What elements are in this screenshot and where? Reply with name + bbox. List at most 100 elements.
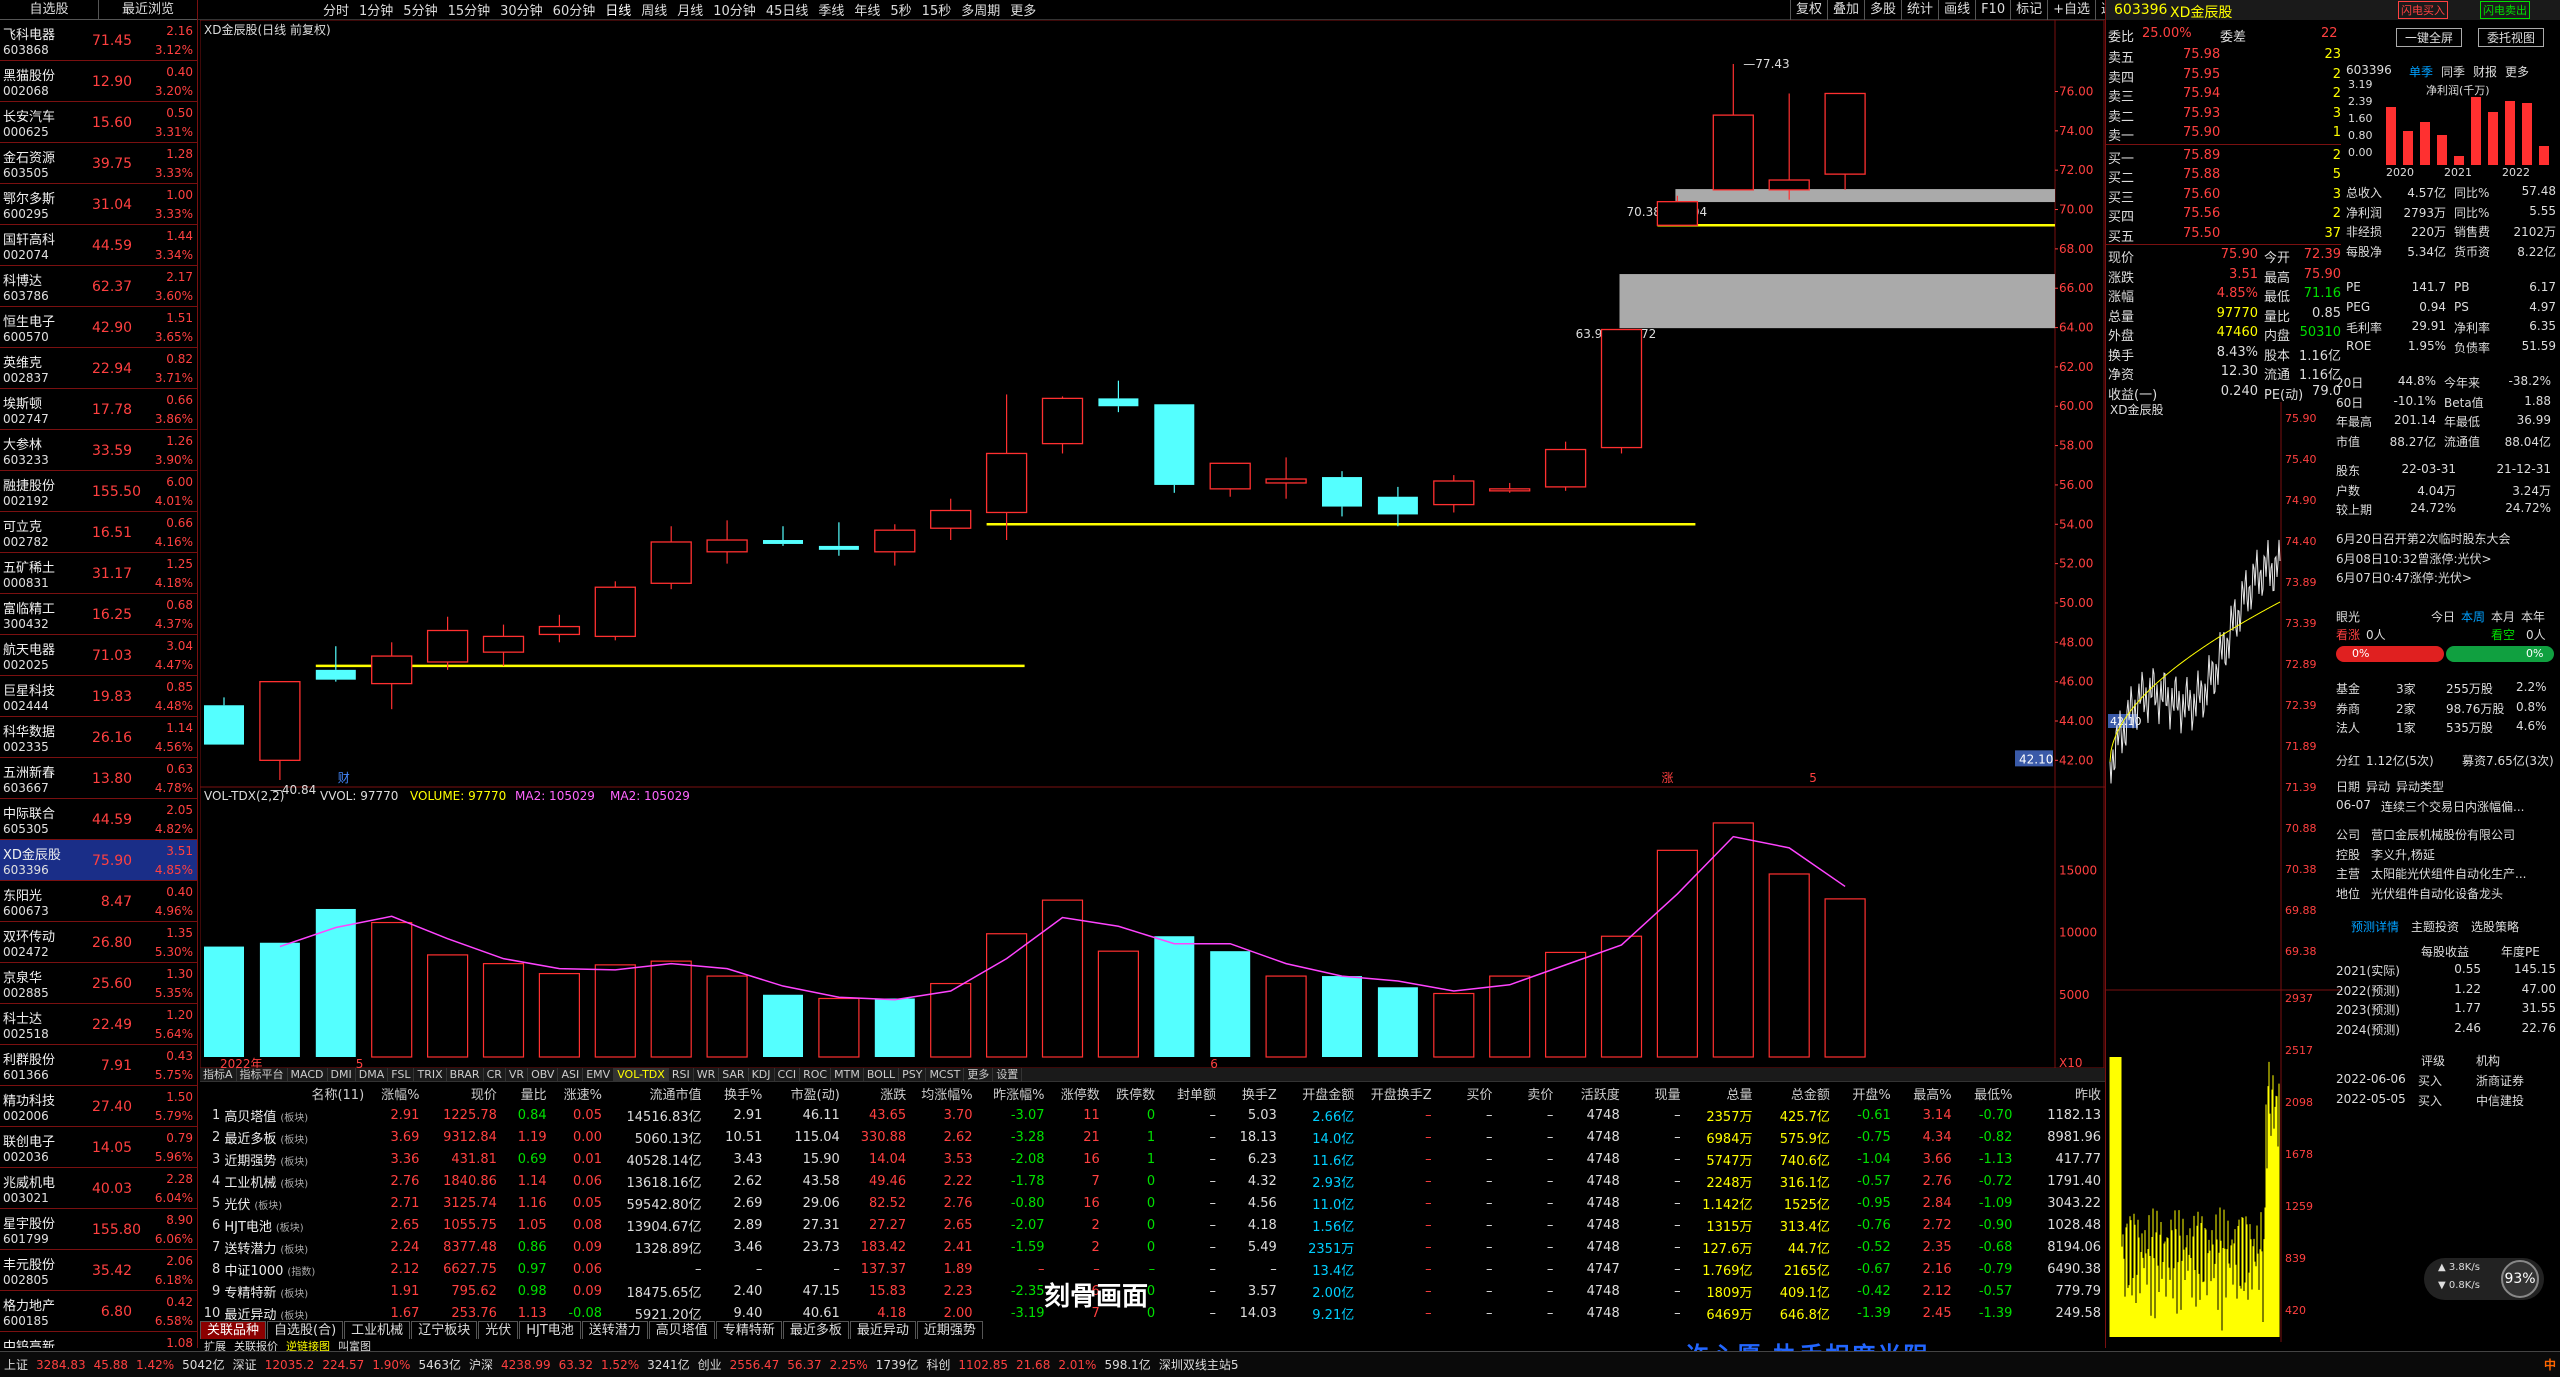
watchlist-item[interactable]: 富临精工 300432 16.25 0.68 4.37% <box>0 594 197 635</box>
f10-tab[interactable]: 同季 <box>2441 63 2465 80</box>
rank-header-cell[interactable]: 涨速% <box>551 1082 606 1104</box>
candle[interactable] <box>1600 328 1643 454</box>
bid-row[interactable]: 买四 75.56 2 <box>2108 204 2343 225</box>
sector-tab[interactable]: 最近异动 <box>849 1321 916 1339</box>
toolbar-button[interactable]: 标记 <box>2010 0 2047 20</box>
sector-tab[interactable]: 关联品种 <box>200 1321 267 1339</box>
ask-row[interactable]: 卖三 75.94 2 <box>2108 84 2343 105</box>
period-tab[interactable]: 15分钟 <box>443 0 496 19</box>
rank-header-cell[interactable]: 开盘% <box>1834 1082 1895 1104</box>
candle[interactable] <box>1209 462 1251 497</box>
f10-tab[interactable]: 财报 <box>2473 63 2497 80</box>
toolbar-button[interactable]: 叠加 <box>1827 0 1864 20</box>
watchlist-item[interactable]: 可立克 002782 16.51 0.66 4.16% <box>0 512 197 553</box>
watchlist-item[interactable]: 双环传动 002472 26.80 1.35 5.30% <box>0 922 197 963</box>
period-tab[interactable]: 年线 <box>849 0 885 19</box>
watchlist-item[interactable]: 科士达 002518 22.49 1.20 5.64% <box>0 1004 197 1045</box>
sector-tab[interactable]: 工业机械 <box>344 1321 411 1339</box>
ask-row[interactable]: 卖五 75.98 23 <box>2108 45 2343 66</box>
sector-subtab[interactable]: 关联报价 <box>230 1338 282 1351</box>
watchlist-item[interactable]: 恒生电子 600570 42.90 1.51 3.65% <box>0 307 197 348</box>
indicator-tab[interactable]: DMA <box>356 1068 389 1081</box>
rank-header-cell[interactable]: 换手Z <box>1220 1082 1281 1104</box>
forecast-tab[interactable]: 主题投资 <box>2411 918 2459 935</box>
watchlist-item[interactable]: 星宇股份 601799 155.80 8.90 6.06% <box>0 1209 197 1250</box>
candle[interactable] <box>538 614 581 643</box>
ask-row[interactable]: 卖四 75.95 2 <box>2108 65 2343 86</box>
candle[interactable] <box>650 526 692 590</box>
rank-header-cell[interactable]: 昨涨幅% <box>977 1082 1049 1104</box>
table-row[interactable]: 7 送转潜力 (板块) 2.24 8377.48 0.86 0.09 1328.89亿 3.46… <box>200 1236 2105 1258</box>
sentiment-tab[interactable]: 今日 <box>2431 608 2455 625</box>
candle[interactable] <box>1489 482 1531 493</box>
rank-header-cell[interactable]: 现价 <box>423 1082 500 1104</box>
rank-header-cell[interactable]: 现量 <box>1624 1082 1685 1104</box>
period-tab[interactable]: 5分钟 <box>398 0 442 19</box>
sector-tab[interactable]: 自选股(合) <box>267 1321 344 1339</box>
sector-tab[interactable]: 最近多板 <box>782 1321 849 1339</box>
candle[interactable] <box>204 697 244 745</box>
indicator-tab[interactable]: ROC <box>800 1068 832 1081</box>
period-tab[interactable]: 日线 <box>600 0 636 19</box>
period-tab[interactable]: 30分钟 <box>495 0 548 19</box>
watchlist-item[interactable]: 大参林 603233 33.59 1.26 3.90% <box>0 430 197 471</box>
candle[interactable] <box>1433 475 1475 513</box>
watchlist-item[interactable]: 科华数据 002335 26.16 1.14 4.56% <box>0 717 197 758</box>
watchlist-item[interactable]: 埃斯顿 002747 17.78 0.66 3.86% <box>0 389 197 430</box>
rank-header-cell[interactable]: 最高% <box>1895 1082 1956 1104</box>
watchlist-item[interactable]: 五矿稀土 000831 31.17 1.25 4.18% <box>0 553 197 594</box>
period-tab[interactable]: 5秒 <box>885 0 916 19</box>
period-tab[interactable]: 1分钟 <box>354 0 398 19</box>
period-tab[interactable]: 多周期 <box>956 0 1005 19</box>
forecast-tab[interactable]: 选股策略 <box>2471 918 2519 935</box>
watchlist-item[interactable]: 五洲新春 603667 13.80 0.63 4.78% <box>0 758 197 799</box>
indicator-tab[interactable]: CR <box>484 1068 506 1081</box>
period-tab[interactable]: 15秒 <box>917 0 957 19</box>
watchlist-item[interactable]: 格力地产 600185 6.80 0.42 6.58% <box>0 1291 197 1332</box>
candle[interactable] <box>1098 380 1139 413</box>
watchlist-item[interactable]: 金石资源 603505 39.75 1.28 3.33% <box>0 143 197 184</box>
sector-tab[interactable]: 高贝塔值 <box>648 1321 715 1339</box>
indicator-tab[interactable]: MCST <box>926 1068 965 1081</box>
flash-buy-button[interactable]: 闪电买入 <box>2398 1 2448 19</box>
indicator-tab[interactable]: WR <box>694 1068 720 1081</box>
flash-sell-button[interactable]: 闪电卖出 <box>2480 1 2530 19</box>
table-row[interactable]: 1 高贝塔值 (板块) 2.91 1225.78 0.84 0.05 14516.83亿 2.9… <box>200 1104 2105 1126</box>
f10-tab[interactable]: 更多 <box>2505 63 2529 80</box>
watchlist-item[interactable]: 国轩高科 002074 44.59 1.44 3.34% <box>0 225 197 266</box>
candle[interactable] <box>1154 404 1195 493</box>
tab-recent[interactable]: 最近浏览 <box>99 0 197 19</box>
toolbar-button[interactable]: 统计 <box>1901 0 1938 20</box>
table-row[interactable]: 2 最近多板 (板块) 3.69 9312.84 1.19 0.00 5060.13亿 10.5… <box>200 1126 2105 1148</box>
rank-header-cell[interactable]: 昨收 <box>2016 1082 2105 1104</box>
watchlist-item[interactable]: 英维克 002837 22.94 0.82 3.71% <box>0 348 197 389</box>
indicator-tab[interactable]: VOL-TDX <box>614 1068 669 1081</box>
watchlist-item[interactable]: 利群股份 601366 7.91 0.43 5.75% <box>0 1045 197 1086</box>
candle[interactable] <box>874 524 916 566</box>
watchlist-item[interactable]: 融捷股份 002192 155.50 6.00 4.01% <box>0 471 197 512</box>
period-tab[interactable]: 60分钟 <box>548 0 601 19</box>
rank-header-cell[interactable]: 开盘换手Z <box>1358 1082 1435 1104</box>
indicator-tab[interactable]: 设置 <box>993 1068 1023 1081</box>
ime-indicator[interactable]: 中 <box>2540 1356 2560 1373</box>
indicator-tab[interactable]: RSI <box>669 1068 694 1081</box>
candle[interactable] <box>426 616 469 670</box>
indicator-tab[interactable]: EMV <box>583 1068 615 1081</box>
order-view-button[interactable]: 委托视图 <box>2478 28 2545 47</box>
toolbar-button[interactable]: F10 <box>1975 0 2010 20</box>
watchlist-item[interactable]: 京泉华 002885 25.60 1.30 5.35% <box>0 963 197 1004</box>
bid-row[interactable]: 买五 75.50 37 <box>2108 224 2343 245</box>
candle[interactable] <box>763 526 803 546</box>
rank-header-cell[interactable]: 流通市值 <box>606 1082 706 1104</box>
rank-header-cell[interactable]: 量比 <box>501 1082 551 1104</box>
table-row[interactable]: 3 近期强势 (板块) 3.36 431.81 0.69 0.01 40528.14亿 3.43… <box>200 1148 2105 1170</box>
ask-row[interactable]: 卖一 75.90 1 <box>2108 123 2343 144</box>
watchlist-item[interactable]: 黑猫股份 002068 12.90 0.40 3.20% <box>0 61 197 102</box>
indicator-tab[interactable]: 指标平台 <box>237 1068 288 1081</box>
candle[interactable] <box>1322 471 1362 517</box>
rank-header-cell[interactable]: 封单额 <box>1159 1082 1220 1104</box>
toolbar-button[interactable]: 画线 <box>1938 0 1975 20</box>
watchlist-item[interactable]: 巨星科技 002444 19.83 0.85 4.48% <box>0 676 197 717</box>
watchlist-item[interactable]: 中际联合 605305 44.59 2.05 4.82% <box>0 799 197 840</box>
indicator-tab[interactable]: BOLL <box>864 1068 900 1081</box>
